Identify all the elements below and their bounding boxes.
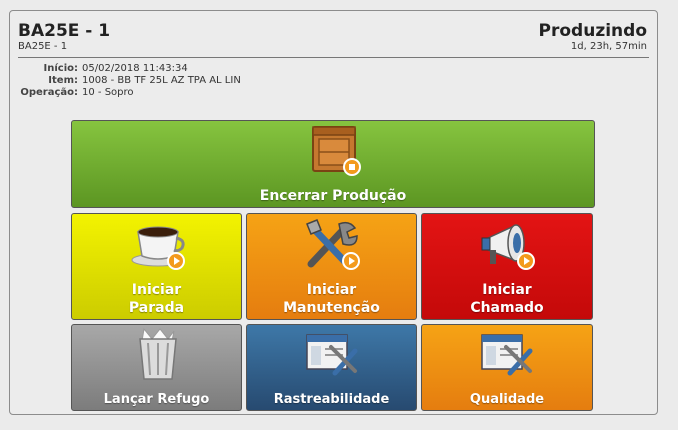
start-maintenance-label-line2: Manutenção bbox=[283, 300, 380, 316]
info-block: Início: 05/02/2018 11:43:34 Item: 1008 -… bbox=[16, 63, 241, 99]
info-key: Início: bbox=[43, 63, 79, 74]
machine-subtitle: BA25E - 1 bbox=[18, 41, 68, 52]
start-stop-label-line2: Parada bbox=[128, 300, 185, 316]
trash-bin-icon bbox=[139, 327, 177, 380]
quality-button[interactable]: Qualidade bbox=[421, 324, 593, 411]
play-icon bbox=[342, 252, 360, 270]
start-call-label-line2: Chamado bbox=[470, 300, 544, 316]
stop-badge-icon bbox=[343, 158, 361, 176]
quality-label: Qualidade bbox=[469, 392, 545, 407]
start-maintenance-button[interactable]: Iniciar Manutenção bbox=[246, 213, 417, 320]
scrap-label: Lançar Refugo bbox=[103, 392, 210, 407]
window-tools-icon bbox=[306, 334, 358, 376]
info-value: 10 - Sopro bbox=[82, 87, 134, 98]
window-tools-icon bbox=[481, 334, 533, 376]
info-row-item: Item: 1008 - BB TF 25L AZ TPA AL LIN bbox=[16, 75, 241, 87]
play-icon bbox=[517, 252, 535, 270]
info-row-start: Início: 05/02/2018 11:43:34 bbox=[16, 63, 241, 75]
header-divider bbox=[18, 57, 649, 58]
machine-title: BA25E - 1 bbox=[18, 21, 111, 41]
info-row-operation: Operação: 10 - Sopro bbox=[16, 87, 241, 99]
start-call-button[interactable]: Iniciar Chamado bbox=[421, 213, 593, 320]
end-production-button[interactable]: Encerrar Produção bbox=[71, 120, 595, 208]
start-stop-button[interactable]: Iniciar Parada bbox=[71, 213, 242, 320]
status-label: Produzindo bbox=[538, 21, 647, 41]
info-key: Item: bbox=[48, 75, 78, 86]
start-stop-label-line1: Iniciar bbox=[131, 282, 182, 298]
info-value: 05/02/2018 11:43:34 bbox=[82, 63, 188, 74]
end-production-label: Encerrar Produção bbox=[259, 188, 407, 204]
machine-panel: BA25E - 1 BA25E - 1 Produzindo 1d, 23h, … bbox=[9, 10, 658, 415]
scrap-button[interactable]: Lançar Refugo bbox=[71, 324, 242, 411]
status-duration: 1d, 23h, 57min bbox=[570, 41, 647, 52]
info-key: Operação: bbox=[20, 87, 78, 98]
traceability-label: Rastreabilidade bbox=[273, 392, 390, 407]
play-icon bbox=[167, 252, 185, 270]
start-call-label-line1: Iniciar bbox=[482, 282, 532, 298]
traceability-button[interactable]: Rastreabilidade bbox=[246, 324, 417, 411]
info-value: 1008 - BB TF 25L AZ TPA AL LIN bbox=[82, 75, 241, 86]
start-maintenance-label-line1: Iniciar bbox=[306, 282, 357, 298]
